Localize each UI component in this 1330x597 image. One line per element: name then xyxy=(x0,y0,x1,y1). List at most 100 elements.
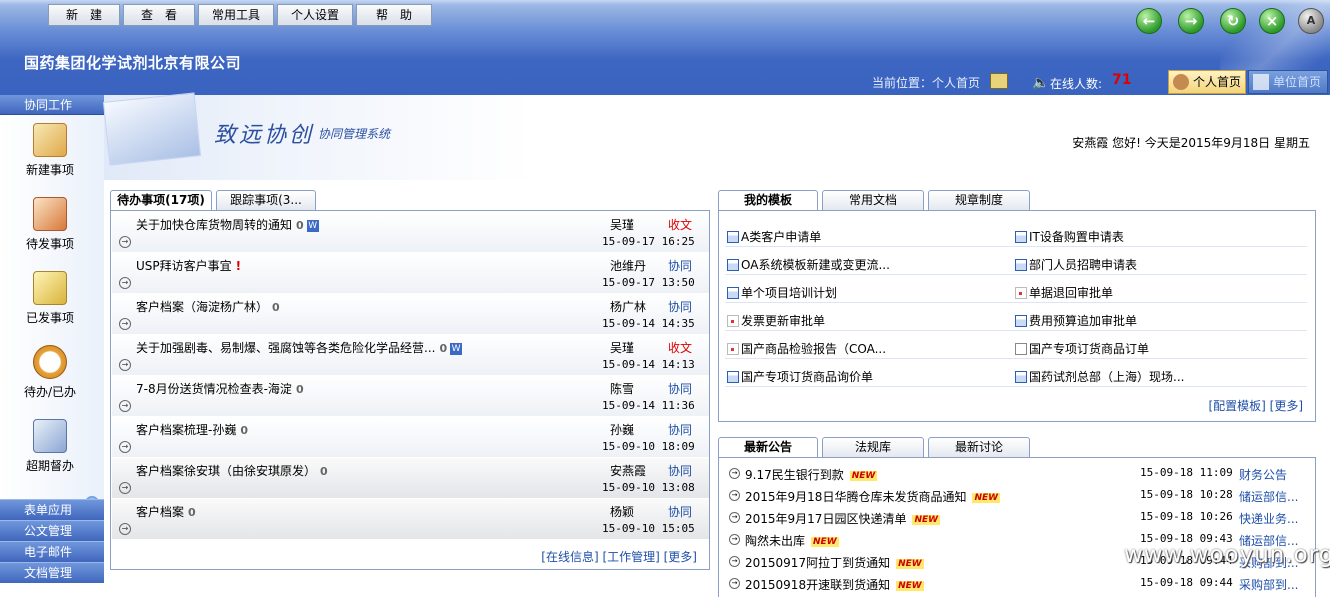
todo-title[interactable]: 客户档案梳理-孙巍 0 xyxy=(136,421,248,438)
news-row[interactable]: → 20150918开速联到货通知 NEW 15-09-18 09:44 采购部到... xyxy=(719,573,1319,595)
sidebar-section-forms[interactable]: 表单应用 xyxy=(0,499,104,520)
news-category[interactable]: 快递业务... xyxy=(1239,510,1298,527)
todo-title-text[interactable]: 关于加快仓库货物周转的通知 xyxy=(136,218,292,232)
arrow-icon[interactable]: → xyxy=(729,512,740,523)
news-title-text[interactable]: 20150917阿拉丁到货通知 xyxy=(745,556,890,570)
tab-todo[interactable]: 待办事项(17项) xyxy=(110,190,212,211)
menu-new[interactable]: 新 建 xyxy=(48,4,120,26)
todo-title[interactable]: 客户档案 0 xyxy=(136,503,196,520)
arrow-icon[interactable]: → xyxy=(729,556,740,567)
arrow-icon[interactable]: → xyxy=(729,534,740,545)
arrow-icon[interactable]: → xyxy=(119,277,131,289)
template-item[interactable]: 费用预算追加审批单 xyxy=(1015,312,1137,329)
tab-latest-discussion[interactable]: 最新讨论 xyxy=(928,437,1030,457)
tab-unit-home[interactable]: 单位首页 xyxy=(1248,70,1328,94)
arrow-icon[interactable]: → xyxy=(119,359,131,371)
online-count[interactable]: 71 xyxy=(1112,72,1131,88)
todo-title-text[interactable]: 关于加强剧毒、易制爆、强腐蚀等各类危险化学品经营... xyxy=(136,341,435,355)
tab-regulation-lib[interactable]: 法规库 xyxy=(822,437,924,457)
todo-title[interactable]: 客户档案徐安琪（由徐安琪原发） 0 xyxy=(136,462,328,479)
todo-row[interactable]: USP拜访客户事宜! → 池维丹 协同 15-09-17 13:50 xyxy=(112,253,709,294)
template-footer-links[interactable]: [配置模板] [更多] xyxy=(1208,397,1303,414)
news-title-text[interactable]: 2015年9月18日华腾仓库未发货商品通知 xyxy=(745,490,966,504)
news-title-text[interactable]: 9.17民生银行到款 xyxy=(745,468,844,482)
tab-my-templates[interactable]: 我的模板 xyxy=(718,190,818,211)
sidebar-item-new[interactable]: 新建事项 xyxy=(0,123,100,178)
template-item[interactable]: 单据退回审批单 xyxy=(1015,284,1113,301)
news-category[interactable]: 储运部信... xyxy=(1239,488,1298,505)
sidebar-item-overdue[interactable]: 超期督办 xyxy=(0,419,100,474)
news-title[interactable]: 2015年9月18日华腾仓库未发货商品通知 NEW xyxy=(745,488,1001,505)
menu-help[interactable]: 帮 助 xyxy=(356,4,432,26)
menu-tools[interactable]: 常用工具 xyxy=(198,4,274,26)
tab-common-docs[interactable]: 常用文档 xyxy=(822,190,924,210)
sidebar-item-sent[interactable]: 已发事项 xyxy=(0,271,100,326)
tab-latest-notice[interactable]: 最新公告 xyxy=(718,437,818,458)
template-item[interactable]: 国产专项订货商品订单 xyxy=(1015,340,1149,357)
arrow-icon[interactable]: → xyxy=(119,441,131,453)
todo-title[interactable]: 7-8月份送货情况检查表-海淀 0 xyxy=(136,380,304,397)
sidebar-section-documents[interactable]: 公文管理 xyxy=(0,520,104,541)
todo-title[interactable]: 客户档案（海淀杨广林） 0 xyxy=(136,298,280,315)
news-category[interactable]: 财务公告 xyxy=(1239,466,1287,483)
todo-row[interactable]: 关于加强剧毒、易制爆、强腐蚀等各类危险化学品经营... 0 W → 吴瑾 收文 15-09-… xyxy=(112,335,709,376)
todo-title-text[interactable]: 客户档案 xyxy=(136,505,184,519)
todo-row[interactable]: 客户档案梳理-孙巍 0 → 孙巍 协同 15-09-10 18:09 xyxy=(112,417,709,458)
sidebar-head[interactable]: 协同工作 xyxy=(0,95,104,115)
todo-footer-links[interactable]: [在线信息] [工作管理] [更多] xyxy=(541,548,697,565)
sidebar-section-email[interactable]: 电子邮件 xyxy=(0,541,104,562)
news-title-text[interactable]: 陶然未出库 xyxy=(745,534,805,548)
todo-title-text[interactable]: 客户档案梳理-孙巍 xyxy=(136,423,236,437)
news-title[interactable]: 陶然未出库 NEW xyxy=(745,532,839,549)
todo-row[interactable]: 客户档案 0 → 杨颖 协同 15-09-10 15:05 xyxy=(112,499,709,540)
tab-regulations[interactable]: 规章制度 xyxy=(928,190,1030,210)
arrow-icon[interactable]: → xyxy=(119,318,131,330)
back-icon[interactable]: ← xyxy=(1136,8,1162,34)
news-row[interactable]: → 9.17民生银行到款 NEW 15-09-18 11:09 财务公告 xyxy=(719,463,1319,485)
template-item[interactable]: A类客户申请单 xyxy=(727,228,821,245)
todo-row[interactable]: 客户档案（海淀杨广林） 0 → 杨广林 协同 15-09-14 14:35 xyxy=(112,294,709,335)
template-item[interactable]: 国产商品检验报告（COA... xyxy=(727,340,886,357)
template-item[interactable]: IT设备购置申请表 xyxy=(1015,228,1124,245)
refresh-icon[interactable]: ↻ xyxy=(1220,8,1246,34)
sidebar-item-pending-send[interactable]: 待发事项 xyxy=(0,197,100,252)
tab-personal-home[interactable]: 个人首页 xyxy=(1168,70,1246,94)
todo-title[interactable]: 关于加强剧毒、易制爆、强腐蚀等各类危险化学品经营... 0 W xyxy=(136,339,463,356)
news-category[interactable]: 采购部到... xyxy=(1239,576,1298,593)
todo-title-text[interactable]: 客户档案徐安琪（由徐安琪原发） xyxy=(136,464,316,478)
template-item[interactable]: 国药试剂总部（上海）现场... xyxy=(1015,368,1184,385)
template-item[interactable]: OA系统模板新建或变更流... xyxy=(727,256,890,273)
menu-settings[interactable]: 个人设置 xyxy=(277,4,353,26)
forward-icon[interactable]: → xyxy=(1178,8,1204,34)
todo-title[interactable]: USP拜访客户事宜! xyxy=(136,257,241,274)
news-title[interactable]: 20150917阿拉丁到货通知 NEW xyxy=(745,554,924,571)
news-row[interactable]: → 2015年9月18日华腾仓库未发货商品通知 NEW 15-09-18 10:28 储… xyxy=(719,485,1319,507)
news-title[interactable]: 9.17民生银行到款 NEW xyxy=(745,466,878,483)
todo-row[interactable]: 客户档案徐安琪（由徐安琪原发） 0 → 安燕霞 协同 15-09-10 13:08 xyxy=(112,458,709,499)
sidebar-section-files[interactable]: 文档管理 xyxy=(0,562,104,583)
logout-icon[interactable]: A xyxy=(1298,8,1324,34)
template-item[interactable]: 发票更新审批单 xyxy=(727,312,825,329)
todo-row[interactable]: 7-8月份送货情况检查表-海淀 0 → 陈雪 协同 15-09-14 11:36 xyxy=(112,376,709,417)
todo-title-text[interactable]: 客户档案（海淀杨广林） xyxy=(136,300,268,314)
news-row[interactable]: → 2015年9月17日园区快递清单 NEW 15-09-18 10:26 快递业务..… xyxy=(719,507,1319,529)
sidebar-item-todo[interactable]: 待办/已办 xyxy=(0,345,100,400)
todo-title[interactable]: 关于加快仓库货物周转的通知 0 W xyxy=(136,216,319,233)
arrow-icon[interactable]: → xyxy=(729,490,740,501)
todo-row[interactable]: 关于加快仓库货物周转的通知 0 W → 吴瑾 收文 15-09-17 16:25 xyxy=(112,212,709,253)
todo-title-text[interactable]: 7-8月份送货情况检查表-海淀 xyxy=(136,382,292,396)
arrow-icon[interactable]: → xyxy=(119,236,131,248)
news-title-text[interactable]: 20150918开速联到货通知 xyxy=(745,578,890,592)
todo-title-text[interactable]: USP拜访客户事宜 xyxy=(136,259,232,273)
arrow-icon[interactable]: → xyxy=(729,468,740,479)
news-title[interactable]: 2015年9月17日园区快递清单 NEW xyxy=(745,510,941,527)
location-icon[interactable] xyxy=(990,73,1008,89)
template-item[interactable]: 部门人员招聘申请表 xyxy=(1015,256,1137,273)
news-title-text[interactable]: 2015年9月17日园区快递清单 xyxy=(745,512,906,526)
close-icon[interactable]: × xyxy=(1259,8,1285,34)
arrow-icon[interactable]: → xyxy=(119,523,131,535)
arrow-icon[interactable]: → xyxy=(119,400,131,412)
template-item[interactable]: 国产专项订货商品询价单 xyxy=(727,368,873,385)
template-item[interactable]: 单个项目培训计划 xyxy=(727,284,837,301)
news-title[interactable]: 20150918开速联到货通知 NEW xyxy=(745,576,924,593)
